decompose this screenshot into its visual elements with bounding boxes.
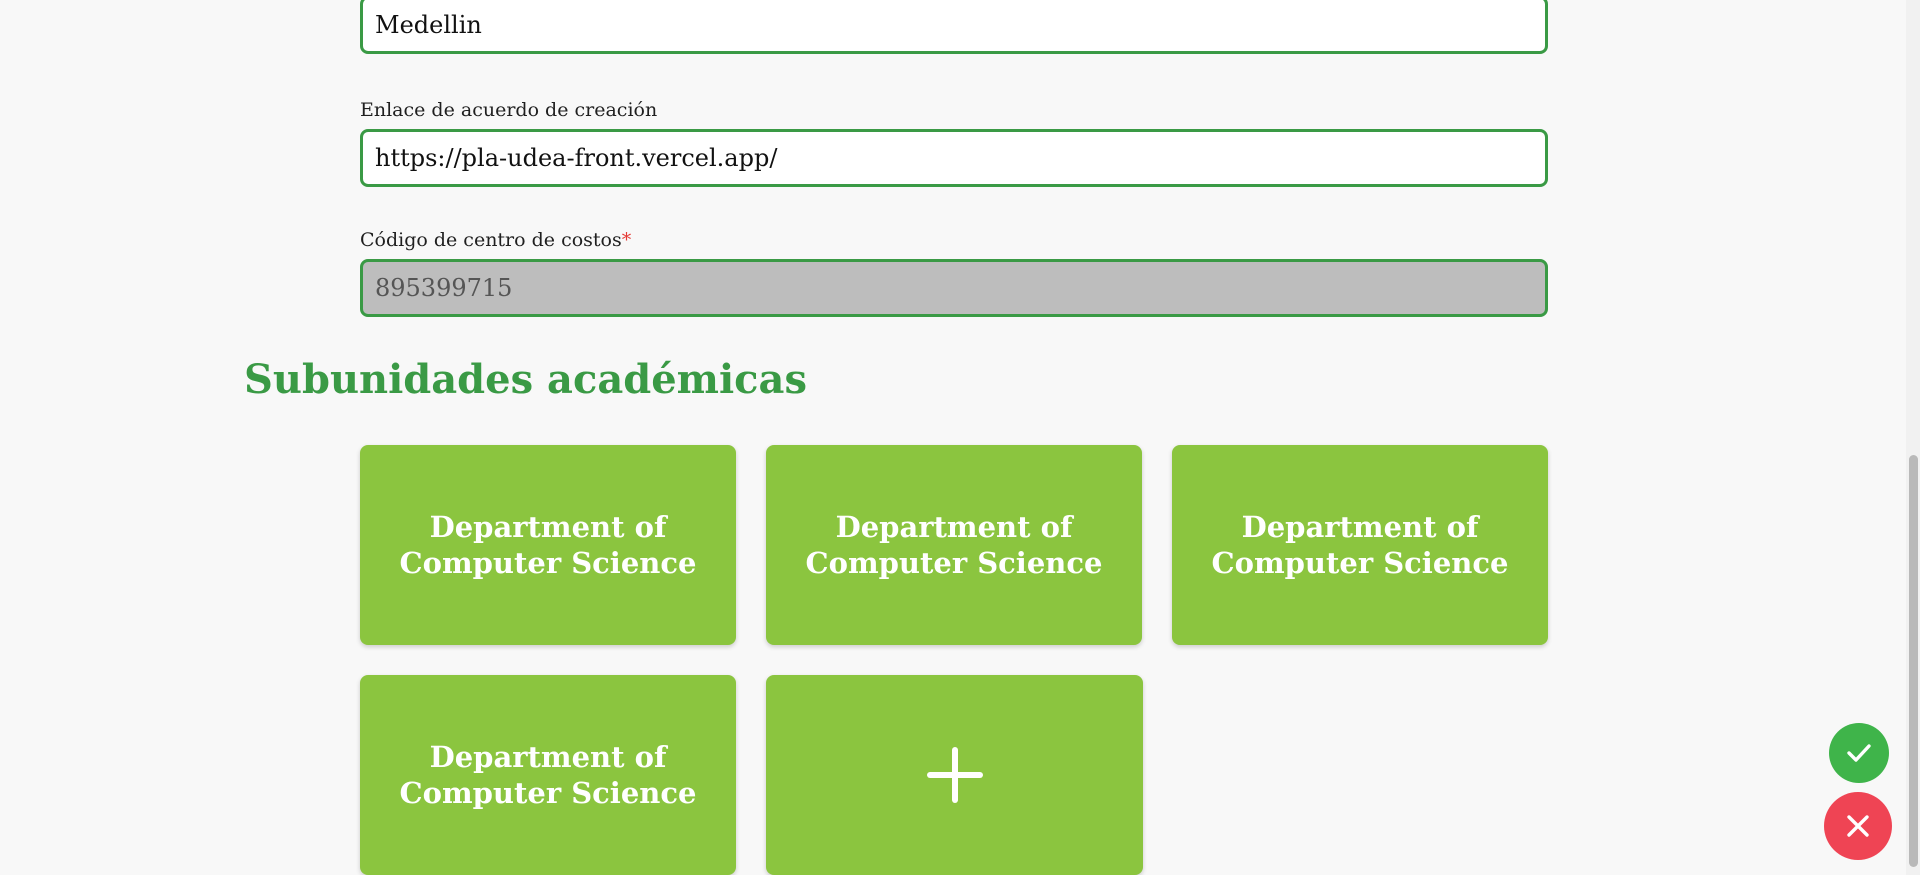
subunit-card-line2: Computer Science (805, 546, 1103, 580)
subunit-card-line1: Department of (1241, 510, 1479, 544)
subunit-card-label: Department of Computer Science (1210, 509, 1510, 581)
subunit-card-label: Department of Computer Science (804, 509, 1104, 581)
subunit-card-label: Department of Computer Science (398, 509, 698, 581)
subunit-card[interactable]: Department of Computer Science (766, 445, 1142, 645)
cost-center-label: Código de centro de costos* (360, 229, 1548, 251)
add-subunit-button[interactable] (766, 675, 1143, 875)
agreement-link-field: Enlace de acuerdo de creación (360, 99, 1548, 187)
page: Enlace de acuerdo de creación Código de … (0, 0, 1920, 875)
cost-center-input (360, 259, 1548, 317)
city-field (360, 0, 1548, 54)
cost-center-label-text: Código de centro de costos (360, 229, 622, 251)
agreement-link-input[interactable] (360, 129, 1548, 187)
subunits-title: Subunidades académicas (244, 356, 807, 403)
cancel-button[interactable] (1824, 792, 1892, 860)
required-marker: * (621, 229, 632, 251)
city-input[interactable] (360, 0, 1548, 54)
close-icon (1847, 815, 1869, 837)
subunit-card-line1: Department of (429, 510, 667, 544)
check-icon (1847, 744, 1871, 762)
plus-icon (926, 747, 983, 803)
agreement-link-label: Enlace de acuerdo de creación (360, 99, 658, 121)
cost-center-field: Código de centro de costos* (360, 229, 1548, 317)
subunit-card[interactable]: Department of Computer Science (360, 445, 736, 645)
subunit-card-line2: Computer Science (399, 546, 697, 580)
subunit-card[interactable]: Department of Computer Science (1172, 445, 1548, 645)
scrollbar-thumb[interactable] (1909, 455, 1918, 867)
subunit-card-line1: Department of (429, 740, 667, 774)
subunit-card-label: Department of Computer Science (398, 739, 698, 811)
confirm-button[interactable] (1829, 723, 1889, 783)
subunit-card-line1: Department of (835, 510, 1073, 544)
subunit-card[interactable]: Department of Computer Science (360, 675, 736, 875)
subunit-card-line2: Computer Science (399, 776, 697, 810)
subunit-card-line2: Computer Science (1211, 546, 1509, 580)
